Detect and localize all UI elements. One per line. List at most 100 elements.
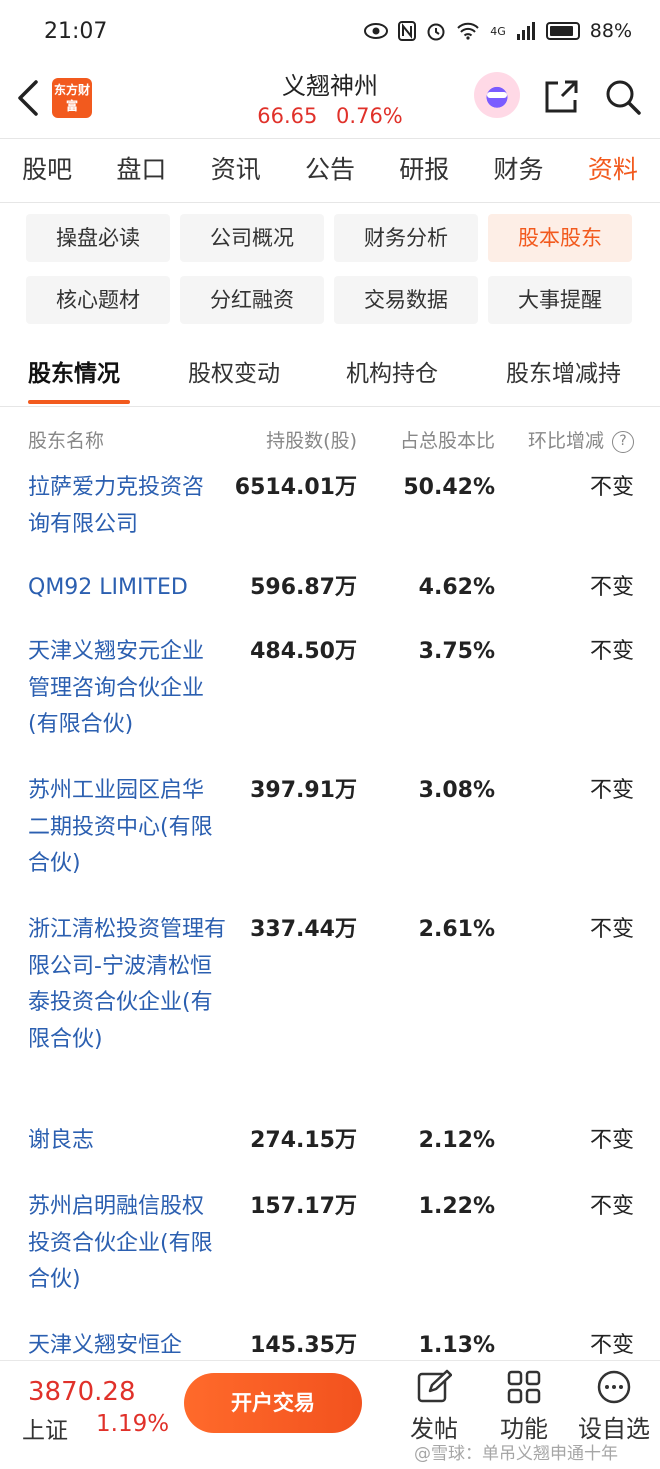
shareholder-tabs: 股东情况 股权变动 机构持仓 股东增减持: [0, 346, 660, 406]
share-count: 397.91万: [250, 778, 357, 803]
shareholder-name[interactable]: 苏州工业园区启华二期投资中心(有限合伙): [28, 773, 224, 883]
battery-level: 88%: [589, 20, 632, 42]
functions-button[interactable]: 功能: [484, 1369, 564, 1449]
shareholder-name[interactable]: QM92 LIMITED: [28, 570, 224, 607]
tab-holding-changes[interactable]: 股东增减持: [506, 346, 621, 402]
bottom-bar: 3870.28 上证 1.19% 开户交易 发帖 功能 设自选 @雪球：单吊义翘…: [0, 1360, 660, 1469]
share-count: 596.87万: [250, 575, 357, 600]
sub-tab-shareholders[interactable]: 股本股东: [488, 214, 632, 262]
share-change: 不变: [589, 639, 634, 664]
col-header-change: 环比增减?: [528, 424, 634, 458]
help-icon[interactable]: ?: [612, 430, 634, 453]
col-header-name: 股东名称: [28, 430, 105, 452]
status-bar: 21:07 4G 88%: [0, 0, 660, 62]
wifi-icon: [457, 22, 479, 40]
inner-tabs-divider: [0, 406, 660, 407]
watermark: @雪球：单吊义翘申通十年: [414, 1444, 618, 1464]
status-icons: 4G 88%: [364, 20, 632, 42]
shareholder-name[interactable]: 苏州启明融信股权投资合伙企业(有限合伙): [28, 1189, 224, 1299]
share-count: 484.50万: [250, 639, 357, 664]
share-ratio: 1.22%: [418, 1194, 495, 1219]
tab-profile[interactable]: 资料: [566, 138, 660, 202]
sub-tab-trading-data[interactable]: 交易数据: [334, 276, 478, 324]
share-count: 337.44万: [250, 917, 357, 942]
tab-finance[interactable]: 财务: [471, 138, 565, 202]
shareholder-name[interactable]: 天津义翘安恒企: [28, 1328, 224, 1360]
table-row[interactable]: 苏州启明融信股权投资合伙企业(有限合伙) 157.17万 1.22% 不变: [0, 1185, 660, 1324]
add-watchlist-button[interactable]: 设自选: [574, 1369, 654, 1449]
tab-guba[interactable]: 股吧: [0, 138, 94, 202]
share-ratio: 2.12%: [418, 1128, 495, 1153]
tab-news[interactable]: 资讯: [189, 138, 283, 202]
shareholder-name[interactable]: 拉萨爱力克投资咨询有限公司: [28, 470, 224, 543]
table-row[interactable]: 苏州工业园区启华二期投资中心(有限合伙) 397.91万 3.08% 不变: [0, 769, 660, 908]
share-ratio: 3.75%: [418, 639, 495, 664]
shareholder-name[interactable]: 天津义翘安元企业管理咨询合伙企业(有限合伙): [28, 634, 224, 744]
main-tabs: 股吧 盘口 资讯 公告 研报 财务 资料: [0, 138, 660, 202]
share-count: 274.15万: [250, 1128, 357, 1153]
table-row[interactable]: QM92 LIMITED 596.87万 4.62% 不变: [0, 564, 660, 630]
tab-announcements[interactable]: 公告: [283, 138, 377, 202]
sub-tab-company-overview[interactable]: 公司概况: [180, 214, 324, 262]
nfc-icon: [398, 21, 417, 41]
table-row[interactable]: 浙江清松投资管理有限公司-宁波清松恒泰投资合伙企业(有限合伙) 337.44万 …: [0, 908, 660, 1119]
shareholder-name[interactable]: 浙江清松投资管理有限公司-宁波清松恒泰投资合伙企业(有限合伙): [28, 912, 228, 1058]
tab-institutional-holdings[interactable]: 机构持仓: [346, 346, 438, 402]
col-header-ratio: 占总股本比: [399, 430, 495, 452]
col-header-change-label: 环比增减: [527, 430, 604, 452]
share-ratio: 4.62%: [418, 575, 495, 600]
edit-icon: [417, 1369, 453, 1403]
stock-change-pct: 0.76%: [336, 104, 403, 128]
search-icon[interactable]: [604, 78, 642, 116]
shareholder-table: 拉萨爱力克投资咨询有限公司 6514.01万 50.42% 不变 QM92 LI…: [0, 460, 660, 1360]
tab-equity-changes[interactable]: 股权变动: [188, 346, 280, 402]
grid-icon: [507, 1370, 541, 1404]
sub-tab-core-themes[interactable]: 核心题材: [26, 276, 170, 324]
profile-sub-menu: 操盘必读 公司概况 财务分析 股本股东 核心题材 分红融资 交易数据 大事提醒: [26, 214, 636, 324]
active-tab-indicator: [28, 400, 130, 404]
share-change: 不变: [589, 475, 634, 500]
index-change-pct[interactable]: 1.19%: [96, 1411, 169, 1437]
share-change: 不变: [589, 778, 634, 803]
index-value[interactable]: 3870.28: [28, 1377, 136, 1407]
more-icon: [597, 1370, 631, 1404]
post-button[interactable]: 发帖: [394, 1369, 474, 1449]
sub-tab-events[interactable]: 大事提醒: [488, 276, 632, 324]
network-label: 4G: [490, 24, 506, 38]
share-count: 145.35万: [250, 1333, 357, 1358]
table-row[interactable]: 谢良志 274.15万 2.12% 不变: [0, 1119, 660, 1185]
sub-tab-trading-essentials[interactable]: 操盘必读: [26, 214, 170, 262]
share-ratio: 2.61%: [418, 917, 495, 942]
tab-pankou[interactable]: 盘口: [94, 138, 188, 202]
share-ratio: 1.13%: [418, 1333, 495, 1358]
tab-shareholder-status[interactable]: 股东情况: [28, 346, 120, 402]
sub-tab-financial-analysis[interactable]: 财务分析: [334, 214, 478, 262]
battery-icon: [545, 22, 580, 40]
table-row[interactable]: 拉萨爱力克投资咨询有限公司 6514.01万 50.42% 不变: [0, 460, 660, 564]
table-header: 股东名称 持股数(股) 占总股本比 环比增减?: [0, 424, 660, 458]
tabs-divider: [0, 202, 660, 203]
alarm-icon: [427, 23, 445, 41]
stock-price: 66.65: [257, 104, 318, 128]
share-change: 不变: [589, 917, 634, 942]
col-header-shares: 持股数(股): [266, 430, 357, 452]
table-row[interactable]: 天津义翘安恒企 145.35万 1.13% 不变: [0, 1324, 660, 1360]
table-row[interactable]: 天津义翘安元企业管理咨询合伙企业(有限合伙) 484.50万 3.75% 不变: [0, 630, 660, 769]
sub-tab-dividends[interactable]: 分红融资: [180, 276, 324, 324]
index-name[interactable]: 上证: [22, 1411, 68, 1445]
share-change: 不变: [589, 575, 634, 600]
share-ratio: 50.42%: [403, 475, 495, 500]
share-icon[interactable]: [542, 78, 580, 116]
shareholder-name[interactable]: 谢良志: [28, 1123, 224, 1160]
open-account-button[interactable]: 开户交易: [184, 1373, 362, 1433]
ai-assistant-icon[interactable]: [474, 72, 520, 118]
signal-icon: [516, 22, 535, 40]
share-ratio: 3.08%: [418, 778, 495, 803]
share-count: 6514.01万: [234, 475, 357, 500]
share-change: 不变: [589, 1194, 634, 1219]
status-time: 21:07: [44, 18, 108, 44]
share-count: 157.17万: [250, 1194, 357, 1219]
share-change: 不变: [589, 1333, 634, 1358]
tab-research[interactable]: 研报: [377, 138, 471, 202]
eye-icon: [364, 23, 389, 39]
